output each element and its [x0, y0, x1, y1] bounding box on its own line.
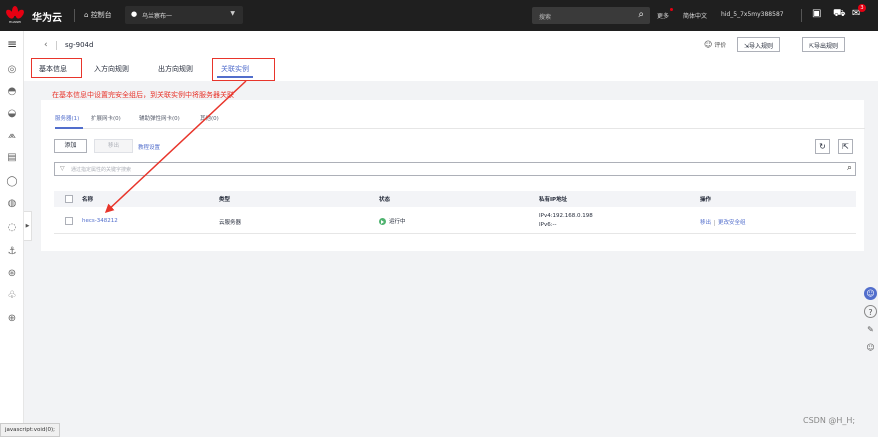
more-label: 更多	[657, 13, 670, 20]
filter-search-input[interactable]: ▽ 通过指定属性的关键字搜索 ⌕	[54, 162, 856, 176]
instance-panel: 服务器(1) 扩展网卡(0) 辅助弹性网卡(0) 其他(0) 添加 移出 教程设…	[41, 100, 865, 251]
feedback-icon[interactable]: ✎	[864, 323, 877, 336]
security-group-name: sg-904d	[65, 41, 94, 49]
service-icon-4[interactable]: ⩕	[5, 129, 19, 143]
smile-feedback-icon[interactable]: ☺	[864, 341, 877, 354]
active-subtab-indicator	[55, 127, 83, 129]
column-header-name[interactable]: 名称	[82, 195, 93, 203]
brand-name[interactable]: 华为云	[32, 9, 62, 24]
remove-instance-link[interactable]: 移出	[700, 220, 711, 226]
service-icon-5[interactable]: ▤	[5, 151, 19, 165]
refresh-icon[interactable]: ↻	[815, 139, 830, 154]
console-link[interactable]: ⌂ 控制台	[84, 10, 112, 20]
huawei-logo[interactable]: HUAWEI	[4, 6, 26, 25]
table-header: 名称 类型 状态 私有IP地址 操作	[54, 191, 856, 207]
tab-inbound-rules[interactable]: 入方向规则	[94, 64, 129, 74]
page-header: ‹ sg-904d ☺ 评价 ⇲导入规则 ⇱导出规则 基本信息 入方向规则 出方…	[24, 31, 878, 81]
ipv6-address: IPv6:--	[539, 222, 557, 228]
rate-label: 评价	[714, 42, 727, 49]
instance-status: 运行中	[379, 217, 406, 225]
import-rules-button[interactable]: ⇲导入规则	[737, 37, 781, 52]
smile-icon: ☺	[704, 40, 713, 49]
divider	[714, 219, 716, 226]
column-header-status[interactable]: 状态	[379, 195, 390, 203]
tutorial-link[interactable]: 教程设置	[138, 143, 160, 151]
add-button[interactable]: 添加	[54, 139, 87, 153]
subtab-supplementary-nic[interactable]: 辅助弹性网卡(0)	[139, 114, 180, 122]
divider	[56, 41, 57, 50]
service-icon-9[interactable]: ⊛	[5, 267, 19, 281]
subtab-divider	[55, 128, 865, 129]
row-operations: 移出 更改安全组	[700, 218, 746, 226]
location-pin-icon: ●	[131, 10, 138, 18]
username-menu[interactable]: hid_5_7x5my388587	[721, 11, 784, 18]
console-box-icon[interactable]: ▣	[812, 8, 821, 19]
watermark: CSDN @H_H;	[803, 416, 856, 425]
subtab-servers[interactable]: 服务器(1)	[55, 114, 79, 122]
column-header-private-ip[interactable]: 私有IP地址	[539, 195, 567, 203]
subtab-other[interactable]: 其他(0)	[200, 114, 219, 122]
export-label: 导出规则	[814, 43, 839, 50]
service-icon-7[interactable]: ◍	[5, 197, 19, 211]
change-security-group-link[interactable]: 更改安全组	[718, 220, 746, 226]
instance-name-link[interactable]: hecs-348212	[82, 218, 118, 224]
row-checkbox[interactable]	[65, 217, 73, 225]
home-icon: ⌂	[84, 11, 89, 19]
export-rules-button[interactable]: ⇱导出规则	[802, 37, 846, 52]
assistant-icon[interactable]: ☺	[864, 287, 877, 300]
highlight-box-basic-info	[31, 58, 82, 78]
rate-link[interactable]: ☺ 评价	[704, 40, 726, 49]
subtab-extension-nic[interactable]: 扩展网卡(0)	[91, 114, 121, 122]
globe-icon[interactable]: ⊕	[5, 312, 19, 326]
logo-text: HUAWEI	[8, 20, 22, 24]
region-label: 乌兰察布一	[142, 13, 173, 20]
more-menu[interactable]: 更多	[657, 8, 674, 20]
service-icon-2[interactable]: ◓	[5, 85, 19, 99]
column-header-type[interactable]: 类型	[219, 195, 230, 203]
select-all-checkbox[interactable]	[65, 195, 73, 203]
export-list-icon[interactable]: ⇱	[838, 139, 853, 154]
service-icon-8[interactable]: ◌	[5, 221, 19, 235]
service-icon-10[interactable]: ♧	[5, 289, 19, 303]
column-header-operation: 操作	[700, 197, 712, 203]
divider	[74, 9, 75, 22]
running-status-icon	[379, 218, 386, 225]
notification-badge: 3	[858, 4, 866, 12]
filter-icon: ▽	[60, 165, 65, 172]
service-icon-6[interactable]: ◯	[5, 175, 19, 189]
divider	[801, 9, 802, 22]
language-switch[interactable]: 简体中文	[683, 11, 707, 20]
cart-icon[interactable]: ⛟	[833, 8, 846, 21]
filter-placeholder: 通过指定属性的关键字搜索	[71, 167, 132, 173]
search-icon[interactable]: ⌕	[638, 9, 644, 20]
table-row: hecs-348212 云服务器 运行中 IPv4:192.168.0.198 …	[54, 207, 856, 234]
status-label: 运行中	[389, 219, 406, 225]
back-arrow-icon[interactable]: ‹	[44, 40, 48, 50]
sidebar-expand-tab[interactable]: ▶	[24, 211, 32, 241]
service-icon-3[interactable]: ◒	[5, 107, 19, 121]
service-sidebar: ≡ ◎ ◓ ◒ ⩕ ▤ ◯ ◍ ◌ ⚓ ⊛ ♧ ⊕	[0, 31, 24, 437]
anchor-icon[interactable]: ⚓	[5, 245, 19, 259]
new-dot	[670, 8, 674, 11]
instance-type: 云服务器	[219, 220, 242, 226]
top-navigation-bar: HUAWEI 华为云 ⌂ 控制台 ● 乌兰察布一 ▼ 搜索 ⌕ 更多 简体中文 …	[0, 0, 878, 31]
chevron-down-icon: ▼	[230, 10, 235, 17]
remove-button: 移出	[94, 139, 133, 153]
search-placeholder: 搜索	[539, 14, 552, 21]
browser-status-bar: javascript:void(0);	[0, 423, 60, 437]
import-label: 导入规则	[749, 43, 774, 50]
global-search-input[interactable]: 搜索 ⌕	[532, 7, 650, 24]
tab-outbound-rules[interactable]: 出方向规则	[158, 64, 193, 74]
ipv4-address: IPv4:192.168.0.198	[539, 213, 593, 219]
annotation-text: 在基本信息中设置完安全组后，到关联实例中将服务器关联	[52, 91, 234, 99]
highlight-box-associated-instances	[212, 58, 275, 81]
menu-hamburger-icon[interactable]: ≡	[5, 37, 19, 51]
help-icon[interactable]: ?	[864, 305, 877, 318]
region-selector[interactable]: ● 乌兰察布一 ▼	[125, 6, 243, 24]
console-label: 控制台	[90, 11, 112, 19]
search-icon[interactable]: ⌕	[847, 163, 852, 173]
service-icon-1[interactable]: ◎	[5, 63, 19, 77]
